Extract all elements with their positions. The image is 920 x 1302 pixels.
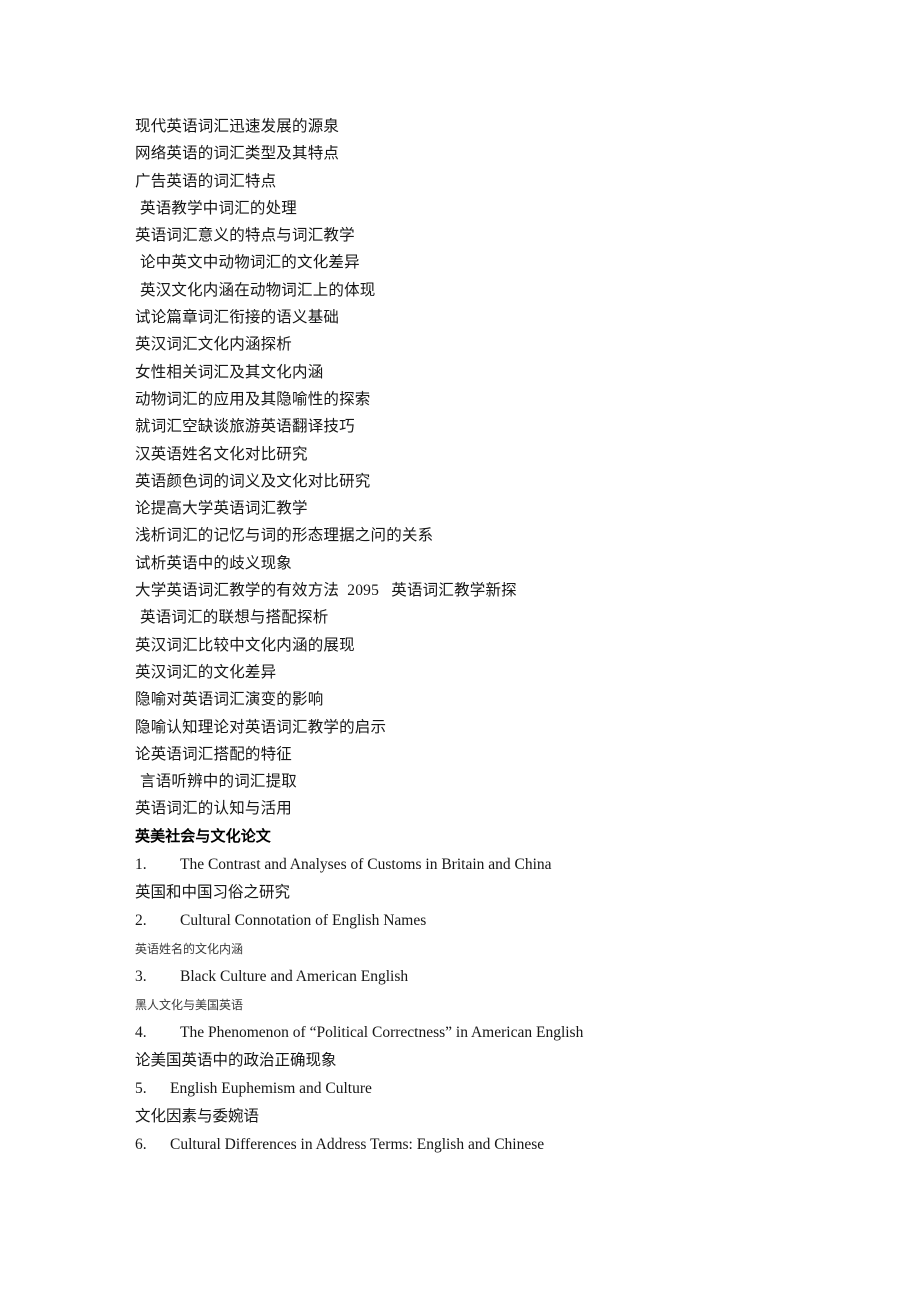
vocabulary-topic-line: 现代英语词汇迅速发展的源泉 (135, 118, 340, 135)
thesis-entry-number: 5. (135, 1079, 147, 1097)
vocabulary-topic-line: 试析英语中的歧义现象 (135, 554, 293, 572)
vocabulary-topic-line: 论中英文中动物词汇的文化差异 (140, 254, 360, 272)
vocabulary-topic-line: 大学英语词汇教学的有效方法 2095 英语词汇教学新探 (135, 582, 517, 600)
vocabulary-topic-line: 动物词汇的应用及其隐喻性的探索 (135, 390, 371, 408)
thesis-entry-title-english: The Phenomenon of “Political Correctness… (180, 1023, 584, 1041)
vocabulary-topic-line: 英汉文化内涵在动物词汇上的体现 (140, 281, 376, 299)
vocabulary-topic-line: 英汉词汇比较中文化内涵的展现 (135, 636, 355, 654)
thesis-entry-number: 3. (135, 967, 147, 985)
thesis-entry-row: 6. Cultural Differences in Address Terms:… (135, 1131, 835, 1159)
vocabulary-topic-line: 论提高大学英语词汇教学 (135, 500, 308, 518)
section-heading-british-american-society-culture: 英美社会与文化论文 (135, 827, 271, 845)
thesis-entry-subtitle-chinese: 英国和中国习俗之研究 (135, 883, 291, 901)
vocabulary-topic-line: 汉英语姓名文化对比研究 (135, 445, 308, 463)
thesis-entry-number: 4. (135, 1023, 147, 1041)
thesis-entry-row: 2. Cultural Connotation of English Names (135, 907, 835, 935)
thesis-entry-title-english: Black Culture and American English (180, 967, 409, 985)
thesis-entry-number: 1. (135, 855, 147, 873)
thesis-entry-subtitle-chinese: 文化因素与委婉语 (135, 1107, 260, 1125)
thesis-entry-subtitle-chinese: 英语姓名的文化内涵 (135, 941, 244, 956)
thesis-entry-title-english: English Euphemism and Culture (170, 1079, 372, 1097)
thesis-entry-title-english: Cultural Differences in Address Terms: E… (170, 1135, 545, 1153)
thesis-entry-row: 1. The Contrast and Analyses of Customs i… (135, 851, 835, 879)
vocabulary-topic-line: 广告英语的词汇特点 (135, 172, 277, 190)
document-content: 现代英语词汇迅速发展的源泉 网络英语的词汇类型及其特点 广告英语的词汇特点英语教学中… (135, 113, 835, 1159)
vocabulary-topic-line: 隐喻对英语词汇演变的影响 (135, 691, 324, 709)
vocabulary-topic-line: 英语颜色词的词义及文化对比研究 (135, 472, 371, 490)
vocabulary-topic-line: 言语听辨中的词汇提取 (140, 773, 298, 791)
vocabulary-topic-line: 英汉词汇的文化差异 (135, 663, 277, 681)
vocabulary-topic-line: 英汉词汇文化内涵探析 (135, 336, 293, 354)
numbered-thesis-entry-list: 1. The Contrast and Analyses of Customs i… (135, 851, 835, 1159)
thesis-entry-row: 4. The Phenomenon of “Political Correctne… (135, 1019, 835, 1047)
vocabulary-topic-line: 隐喻认知理论对英语词汇教学的启示 (135, 718, 387, 736)
vocabulary-topic-line: 试论篇章词汇衔接的语义基础 (135, 309, 340, 327)
vocabulary-topic-line: 浅析词汇的记忆与词的形态理据之问的关系 (135, 527, 434, 545)
thesis-entry-number: 2. (135, 911, 147, 929)
vocabulary-topic-list: 现代英语词汇迅速发展的源泉 网络英语的词汇类型及其特点 广告英语的词汇特点英语教学中… (135, 113, 835, 823)
vocabulary-topic-line: 英语词汇的认知与活用 (135, 800, 293, 818)
vocabulary-topic-line: 女性相关词汇及其文化内涵 (135, 363, 324, 381)
vocabulary-topic-line: 英语词汇的联想与搭配探析 (140, 609, 329, 627)
document-page: 现代英语词汇迅速发展的源泉 网络英语的词汇类型及其特点 广告英语的词汇特点英语教学中… (0, 0, 920, 1302)
thesis-entry-row: 5. English Euphemism and Culture (135, 1075, 835, 1103)
thesis-entry-number: 6. (135, 1135, 147, 1153)
thesis-entry-row: 3. Black Culture and American English (135, 963, 835, 991)
thesis-entry-subtitle-chinese: 论美国英语中的政治正确现象 (135, 1051, 337, 1069)
thesis-entry-subtitle-chinese: 黑人文化与美国英语 (135, 997, 244, 1012)
vocabulary-topic-line: 英语教学中词汇的处理 (140, 199, 298, 217)
vocabulary-topic-line: 论英语词汇搭配的特征 (135, 745, 293, 763)
vocabulary-topic-line: 英语词汇意义的特点与词汇教学 (135, 227, 355, 245)
vocabulary-topic-line: 网络英语的词汇类型及其特点 (135, 145, 340, 163)
thesis-entry-title-english: The Contrast and Analyses of Customs in … (180, 855, 552, 873)
thesis-entry-title-english: Cultural Connotation of English Names (180, 911, 427, 929)
vocabulary-topic-line: 就词汇空缺谈旅游英语翻译技巧 (135, 418, 355, 436)
